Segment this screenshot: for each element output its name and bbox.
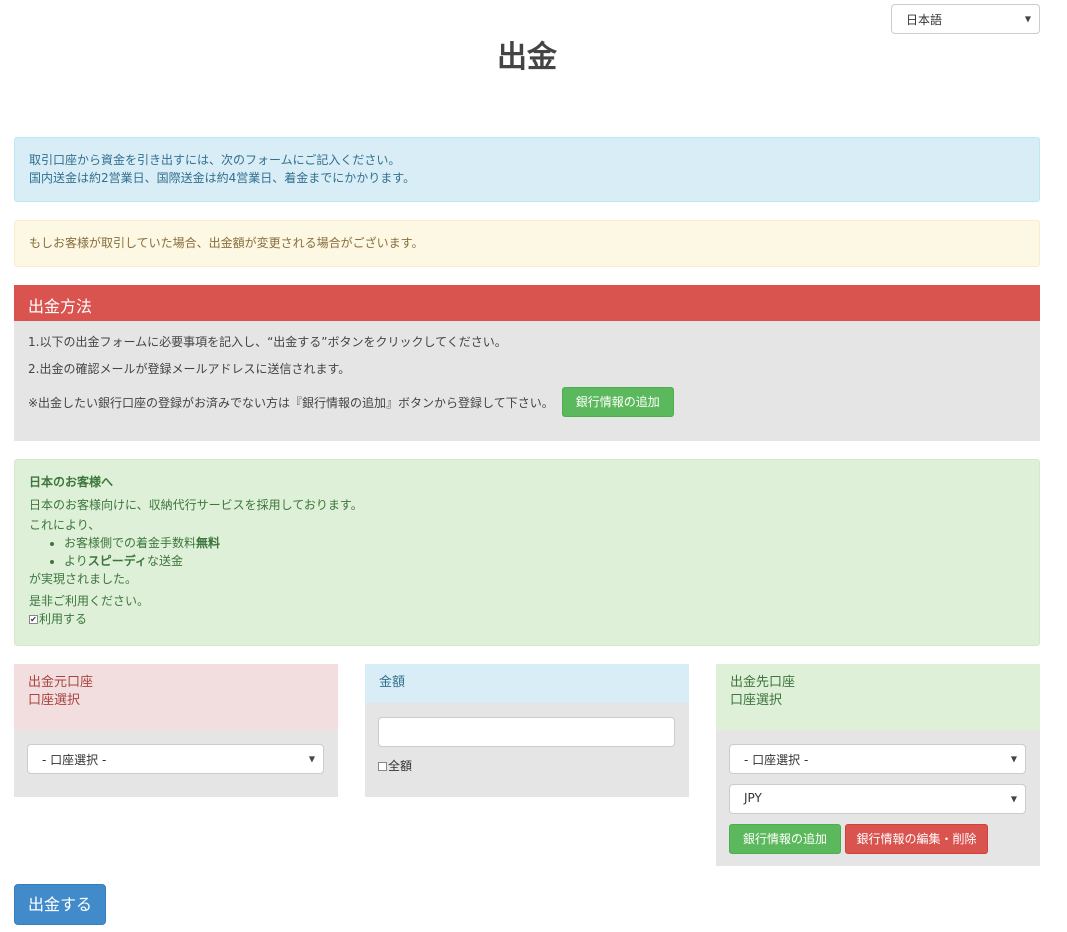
- list-item: よりスピーディな送金: [64, 552, 1025, 570]
- add-bank-info-button[interactable]: 銀行情報の追加: [561, 387, 674, 417]
- chevron-down-icon: ▼: [1010, 754, 1017, 764]
- source-account-select[interactable]: - 口座選択 - ▼: [27, 744, 324, 774]
- use-service-checkbox[interactable]: ✔: [29, 615, 38, 624]
- currency-select-value: JPY: [744, 791, 762, 805]
- bank-buttons: 銀行情報の追加 銀行情報の編集・削除: [729, 824, 1027, 854]
- notice-benefits-list: お客様側での着金手数料無料 よりスピーディな送金: [64, 534, 1025, 570]
- source-account-header: 出金元口座 口座選択: [14, 664, 338, 730]
- method-step2: 2.出金の確認メールが登録メールアドレスに送信されます。: [28, 362, 351, 376]
- chevron-down-icon: ▼: [308, 754, 315, 764]
- benefit2-bold: スピーディ: [87, 554, 147, 568]
- destination-account-select[interactable]: - 口座選択 - ▼: [729, 744, 1026, 774]
- source-account-title: 出金元口座: [28, 675, 94, 690]
- edit-delete-bank-info-button[interactable]: 銀行情報の編集・削除: [845, 824, 988, 854]
- source-account-panel: 出金元口座 口座選択 - 口座選択 - ▼: [14, 664, 338, 797]
- withdrawal-method-header: 出金方法: [14, 285, 1040, 321]
- info-alert-line2: 国内送金は約2営業日、国際送金は約4営業日、着金までにかかります。: [29, 171, 416, 185]
- list-item: お客様側での着金手数料無料: [64, 534, 1025, 552]
- amount-body: 全額: [365, 703, 689, 797]
- source-account-subtitle: 口座選択: [28, 693, 81, 708]
- japan-customer-notice: 日本のお客様へ 日本のお客様向けに、収納代行サービスを採用しております。 これに…: [14, 459, 1040, 646]
- destination-account-title: 出金先口座: [730, 675, 796, 690]
- source-account-select-value: - 口座選択 -: [42, 753, 107, 767]
- destination-account-header: 出金先口座 口座選択: [716, 664, 1040, 730]
- full-amount-row: 全額: [378, 757, 676, 774]
- method-step1: 1.以下の出金フォームに必要事項を記入し、“出金する”ボタンをクリックしてくださ…: [28, 335, 507, 349]
- chevron-down-icon: ▼: [1024, 14, 1031, 24]
- info-alert-line1: 取引口座から資金を引き出すには、次のフォームにご記入ください。: [29, 153, 401, 167]
- use-service-row: ✔ 利用する: [29, 610, 1025, 628]
- destination-account-body: - 口座選択 - ▼ JPY ▼ 銀行情報の追加 銀行情報の編集・削除: [716, 730, 1040, 866]
- benefit1-text: お客様側での着金手数料: [64, 536, 197, 550]
- info-alert: 取引口座から資金を引き出すには、次のフォームにご記入ください。 国内送金は約2営…: [14, 137, 1040, 202]
- amount-panel: 金額 全額: [365, 664, 689, 797]
- destination-account-select-value: - 口座選択 -: [744, 753, 809, 767]
- notice-line1: 日本のお客様向けに、収納代行サービスを採用しております。: [29, 498, 363, 512]
- method-note: ※出金したい銀行口座の登録がお済みでない方は『銀行情報の追加』ボタンから登録して…: [28, 395, 554, 410]
- notice-line3: が実現されました。: [29, 572, 138, 586]
- notice-heading: 日本のお客様へ: [29, 475, 114, 489]
- language-select[interactable]: 日本語 ▼: [891, 4, 1040, 34]
- notice-line2: これにより、: [29, 518, 101, 532]
- use-service-label: 利用する: [39, 612, 88, 626]
- destination-account-panel: 出金先口座 口座選択 - 口座選択 - ▼ JPY ▼ 銀行情報の追加 銀行情報…: [716, 664, 1040, 866]
- full-amount-label: 全額: [388, 759, 413, 773]
- page-title: 出金: [497, 40, 557, 75]
- benefit2-suffix: な送金: [146, 554, 183, 568]
- amount-header: 金額: [365, 664, 689, 703]
- amount-input[interactable]: [378, 717, 675, 747]
- benefit2-text: より: [64, 554, 88, 568]
- warning-alert: もしお客様が取引していた場合、出金額が変更される場合がございます。: [14, 220, 1040, 267]
- notice-line4: 是非ご利用ください。: [29, 594, 150, 608]
- withdraw-submit-button[interactable]: 出金する: [14, 884, 106, 925]
- warning-alert-text: もしお客様が取引していた場合、出金額が変更される場合がございます。: [29, 236, 424, 250]
- full-amount-checkbox[interactable]: [378, 762, 387, 771]
- source-account-body: - 口座選択 - ▼: [14, 730, 338, 797]
- add-bank-info-button-secondary[interactable]: 銀行情報の追加: [729, 824, 841, 854]
- chevron-down-icon: ▼: [1010, 794, 1017, 804]
- language-select-value: 日本語: [906, 13, 943, 27]
- currency-select[interactable]: JPY ▼: [729, 784, 1026, 814]
- withdrawal-method-body: 1.以下の出金フォームに必要事項を記入し、“出金する”ボタンをクリックしてくださ…: [14, 321, 1040, 441]
- benefit1-bold: 無料: [196, 536, 221, 550]
- destination-account-subtitle: 口座選択: [730, 693, 783, 708]
